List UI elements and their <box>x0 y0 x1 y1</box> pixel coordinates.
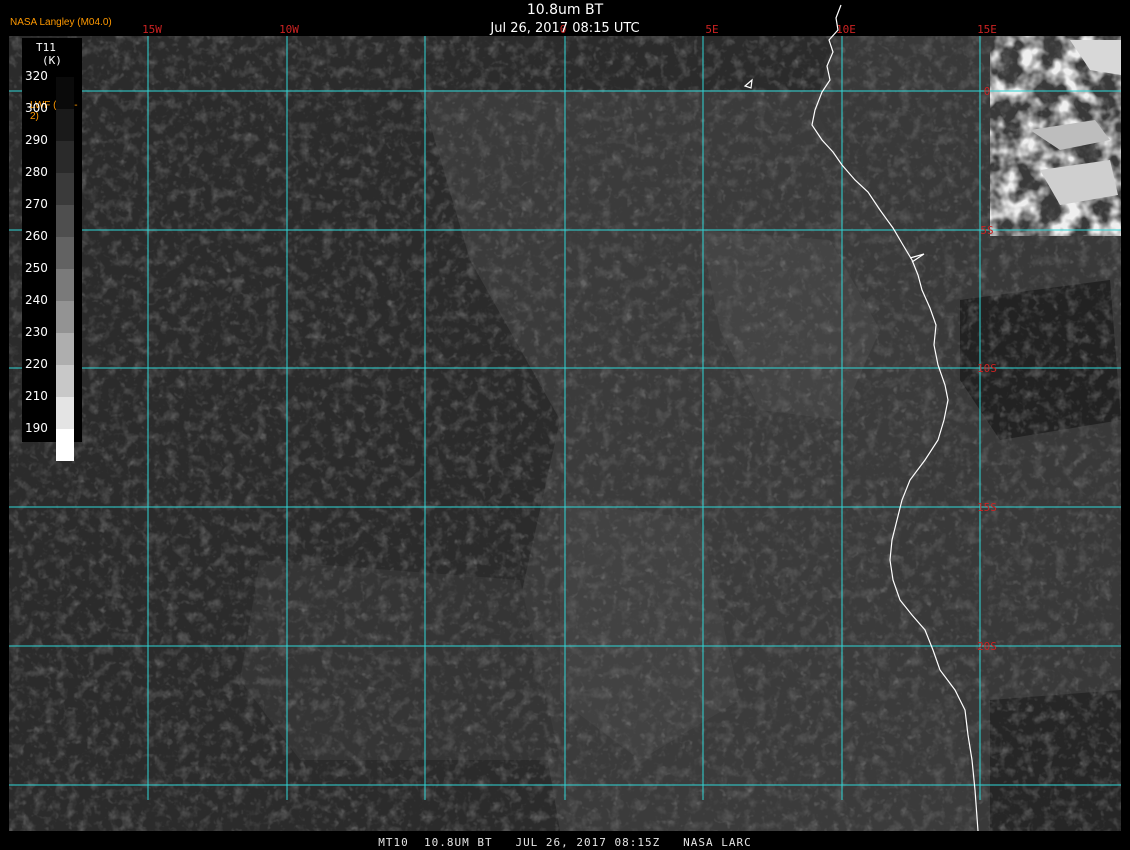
color-legend: T11 (K) LWF (Wm-2) 320 300 290 280 270 260 250… <box>22 38 82 461</box>
legend-tick-label: 250 <box>25 261 48 275</box>
cold-cloud-region <box>990 36 1121 236</box>
legend-variable: T11 <box>36 41 56 54</box>
legend-tick-label: 190 <box>25 421 48 435</box>
legend-swatch <box>56 397 74 429</box>
latitude-label: 10S <box>977 362 997 375</box>
latitude-label: 20S <box>977 640 997 653</box>
latitude-label: 5S <box>980 224 993 237</box>
legend-tick-label: 240 <box>25 293 48 307</box>
legend-tick-label: 300 <box>25 101 48 115</box>
observation-datetime: Jul 26, 2017 08:15 UTC <box>490 21 640 36</box>
legend-swatch <box>56 173 74 205</box>
legend-swatch <box>56 333 74 365</box>
legend-swatch <box>56 365 74 397</box>
brand-label: NASA Langley (M04.0) <box>10 17 112 28</box>
legend-tick-label: 220 <box>25 357 48 371</box>
legend-swatch <box>56 237 74 269</box>
legend-swatch <box>56 269 74 301</box>
legend-swatch <box>56 77 74 109</box>
legend-unit: (K) <box>42 54 62 67</box>
legend-tick-label: 260 <box>25 229 48 243</box>
legend-tick-label: 270 <box>25 197 48 211</box>
legend-swatch <box>56 429 74 461</box>
product-title: 10.8um BT <box>526 2 604 18</box>
legend-swatch <box>56 141 74 173</box>
footer-caption: MT10 10.8UM BT JUL 26, 2017 08:15Z NASA … <box>378 836 752 849</box>
legend-swatch <box>56 109 74 141</box>
legend-tick-label: 210 <box>25 389 48 403</box>
latitude-label: 0 <box>984 85 991 98</box>
satellite-map-view: 15W 10W 0 5E 10E 15E 0 5S 10S 15S 20S 10.8um BT Ju… <box>0 0 1130 850</box>
legend-tick-label: 290 <box>25 133 48 147</box>
legend-tick-label: 280 <box>25 165 48 179</box>
legend-tick-label: 320 <box>25 69 48 83</box>
legend-swatch <box>56 205 74 237</box>
legend-swatch <box>56 301 74 333</box>
latitude-label: 15S <box>977 501 997 514</box>
map-canvas: 15W 10W 0 5E 10E 15E05S10S15S20S <box>9 4 1121 832</box>
legend-tick-label: 230 <box>25 325 48 339</box>
